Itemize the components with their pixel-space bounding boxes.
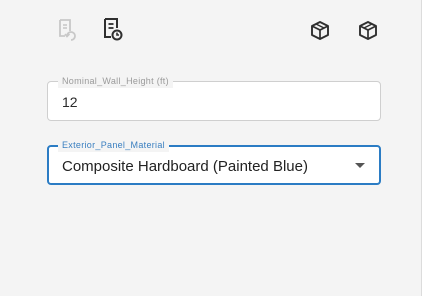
- properties-panel: Nominal_Wall_Height (ft) 12 Exterior_Pan…: [0, 0, 422, 296]
- package-icon: [309, 19, 331, 43]
- toolbar: [0, 0, 422, 64]
- chevron-down-icon[interactable]: [355, 163, 365, 168]
- wall-height-input[interactable]: 12: [62, 94, 78, 110]
- panel-material-select[interactable]: Exterior_Panel_Material Composite Hardbo…: [47, 138, 381, 185]
- package-button[interactable]: [306, 16, 334, 46]
- document-history-icon: [100, 16, 124, 42]
- undo-document-button[interactable]: [52, 15, 80, 45]
- document-history-button[interactable]: [98, 14, 126, 44]
- wall-height-label: Nominal_Wall_Height (ft): [58, 74, 173, 88]
- panel-material-value: Composite Hardboard (Painted Blue): [62, 158, 308, 175]
- package-add-button[interactable]: [354, 16, 382, 46]
- panel-material-label: Exterior_Panel_Material: [58, 138, 169, 152]
- wall-height-field[interactable]: Nominal_Wall_Height (ft) 12: [47, 74, 381, 121]
- package-add-icon: [357, 19, 379, 43]
- undo-document-icon: [54, 17, 78, 43]
